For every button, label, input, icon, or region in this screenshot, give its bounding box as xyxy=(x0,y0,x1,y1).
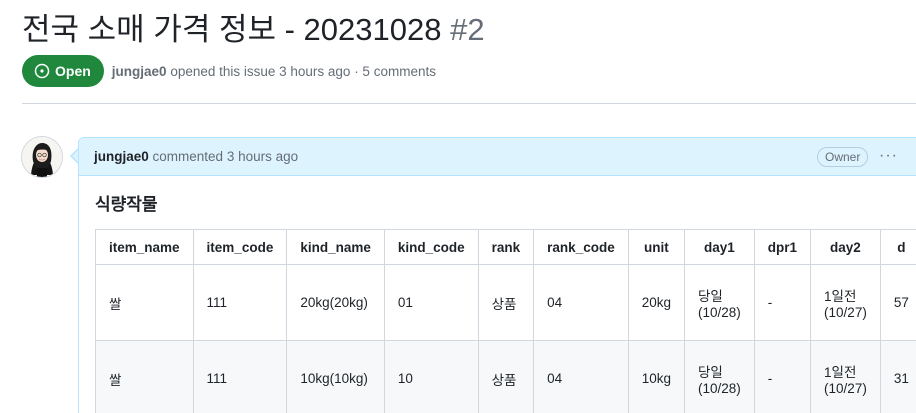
header-divider xyxy=(22,103,916,104)
issue-number: #2 xyxy=(450,12,485,47)
table-cell: 쌀 xyxy=(95,264,194,341)
page: 전국 소매 가격 정보 - 20231028 #2 Open jungjae0 … xyxy=(0,0,916,413)
cell-line: (10/27) xyxy=(824,381,867,396)
column-header: rank_code xyxy=(533,229,629,265)
kebab-horizontal-icon[interactable]: ··· xyxy=(879,146,898,166)
table-cell: 111 xyxy=(192,340,288,413)
comment-header: jungjae0 commented 3 hours ago Owner ··· xyxy=(79,138,916,176)
table-cell: 당일 (10/28) xyxy=(684,264,755,341)
column-header: day2 xyxy=(810,229,881,265)
comment-timestamp[interactable]: commented 3 hours ago xyxy=(153,149,299,164)
comment-header-text: jungjae0 commented 3 hours ago xyxy=(94,149,298,164)
issue-meta: Open jungjae0 opened this issue 3 hours … xyxy=(22,55,436,87)
table-cell: - xyxy=(753,340,812,413)
table-row: 쌀 111 20kg(20kg) 01 상품 04 20kg 당일 (10/28… xyxy=(95,264,916,341)
issue-meta-text: jungjae0 opened this issue 3 hours ago ·… xyxy=(112,64,436,79)
table-cell: 111 xyxy=(192,264,288,341)
cell-line: 1일전 xyxy=(824,365,857,380)
issue-author-link[interactable]: jungjae0 xyxy=(112,64,167,79)
column-header: item_code xyxy=(192,229,288,265)
column-header: unit xyxy=(627,229,686,265)
table-cell: 당일 (10/28) xyxy=(684,340,755,413)
table-cell: 57 xyxy=(879,264,916,341)
table-cell: 31 xyxy=(879,340,916,413)
table-cell: 10kg xyxy=(627,340,686,413)
table-cell: 쌀 xyxy=(95,340,194,413)
cell-line: (10/27) xyxy=(824,305,867,320)
table-cell: 1일전 (10/27) xyxy=(810,340,881,413)
cell-line: (10/28) xyxy=(698,305,741,320)
table-cell: 1일전 (10/27) xyxy=(810,264,881,341)
cell-line: 1일전 xyxy=(824,289,857,304)
price-table: item_name item_code kind_name kind_code … xyxy=(95,229,916,413)
table-cell: 04 xyxy=(533,264,629,341)
column-header: rank xyxy=(477,229,535,265)
column-header: item_name xyxy=(95,229,194,265)
table-row: 쌀 111 10kg(10kg) 10 상품 04 10kg 당일 (10/28… xyxy=(95,340,916,413)
table-cell: 상품 xyxy=(477,264,535,341)
table-cell: 20kg xyxy=(627,264,686,341)
issue-title-text: 전국 소매 가격 정보 - 20231028 xyxy=(22,12,442,47)
table-cell: 10 xyxy=(383,340,479,413)
table-cell: - xyxy=(753,264,812,341)
table-header-row: item_name item_code kind_name kind_code … xyxy=(95,229,916,265)
column-header: d xyxy=(879,229,916,265)
column-header: day1 xyxy=(684,229,755,265)
status-label: Open xyxy=(55,63,91,79)
table-cell: 04 xyxy=(533,340,629,413)
issue-title: 전국 소매 가격 정보 - 20231028 #2 xyxy=(22,10,485,50)
column-header: dpr1 xyxy=(753,229,812,265)
table-cell: 10kg(10kg) xyxy=(286,340,385,413)
cell-line: 당일 xyxy=(698,289,723,304)
column-header: kind_code xyxy=(383,229,479,265)
column-header: kind_name xyxy=(286,229,385,265)
owner-badge: Owner xyxy=(817,147,869,167)
section-title: 식량작물 xyxy=(95,195,158,214)
table-cell: 20kg(20kg) xyxy=(286,264,385,341)
table-cell: 상품 xyxy=(477,340,535,413)
avatar-illustration xyxy=(22,137,62,177)
cell-line: 당일 xyxy=(698,365,723,380)
issue-meta-rest: opened this issue 3 hours ago · 5 commen… xyxy=(170,63,436,79)
table-cell: 01 xyxy=(383,264,479,341)
status-badge: Open xyxy=(22,55,104,87)
comment-author-link[interactable]: jungjae0 xyxy=(94,149,149,164)
avatar[interactable] xyxy=(21,136,63,178)
cell-line: (10/28) xyxy=(698,381,741,396)
issue-opened-icon xyxy=(34,63,50,79)
